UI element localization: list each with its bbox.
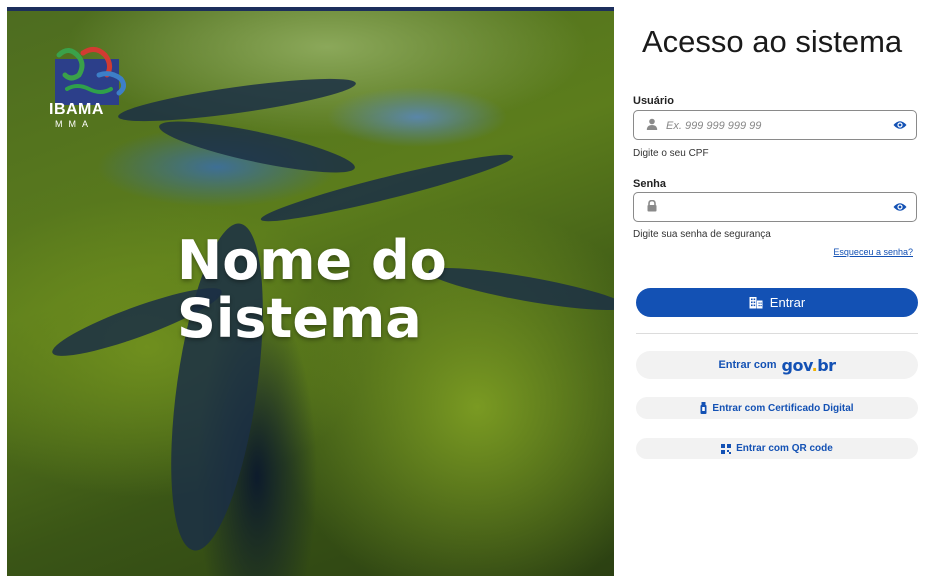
building-icon	[749, 297, 763, 309]
usb-token-icon	[700, 402, 707, 414]
qrcode-label: Entrar com QR code	[736, 443, 833, 454]
username-label: Usuário	[633, 95, 674, 107]
login-title: Acesso ao sistema	[642, 24, 903, 59]
system-name-line-1: Nome do	[177, 229, 447, 292]
river-segment	[116, 70, 358, 130]
govbr-login-button[interactable]: Entrar com gov.br	[636, 351, 918, 379]
submit-button[interactable]: Entrar	[636, 288, 918, 317]
password-hint: Digite sua senha de segurança	[633, 229, 771, 240]
password-field[interactable]	[633, 192, 917, 222]
eye-icon[interactable]	[893, 119, 907, 131]
govbr-brand-br: br	[817, 355, 836, 375]
ibama-logo: IBAMA MMA	[49, 45, 127, 129]
eye-icon[interactable]	[893, 201, 907, 213]
govbr-logo: gov.br	[781, 355, 837, 375]
logo-subtext: MMA	[55, 119, 94, 129]
system-name-title: Nome do Sistema	[177, 232, 507, 348]
password-input[interactable]	[664, 197, 878, 219]
qrcode-icon	[721, 443, 732, 454]
username-field[interactable]	[633, 110, 917, 140]
submit-label: Entrar	[769, 295, 806, 310]
certificate-label: Entrar com Certificado Digital	[712, 402, 854, 414]
logo-text: IBAMA	[49, 101, 104, 118]
hero-top-border	[7, 7, 614, 11]
lock-icon	[647, 200, 657, 212]
hero-image: IBAMA MMA Nome do Sistema	[7, 7, 614, 576]
divider	[636, 333, 918, 334]
login-panel: Acesso ao sistema Usuário Digite o seu C…	[614, 0, 932, 576]
forgot-password-link[interactable]: Esqueceu a senha?	[833, 247, 913, 257]
user-icon	[646, 118, 658, 130]
river-segment	[156, 111, 358, 183]
govbr-prefix: Entrar com	[718, 359, 777, 371]
ibama-emblem-icon	[55, 47, 127, 105]
password-label: Senha	[633, 178, 667, 190]
govbr-brand-gov: gov	[781, 355, 813, 375]
username-input[interactable]	[664, 115, 878, 137]
username-hint: Digite o seu CPF	[633, 148, 709, 159]
qrcode-login-button[interactable]: Entrar com QR code	[636, 438, 918, 459]
certificate-login-button[interactable]: Entrar com Certificado Digital	[636, 397, 918, 419]
system-name-line-2: Sistema	[177, 287, 422, 350]
